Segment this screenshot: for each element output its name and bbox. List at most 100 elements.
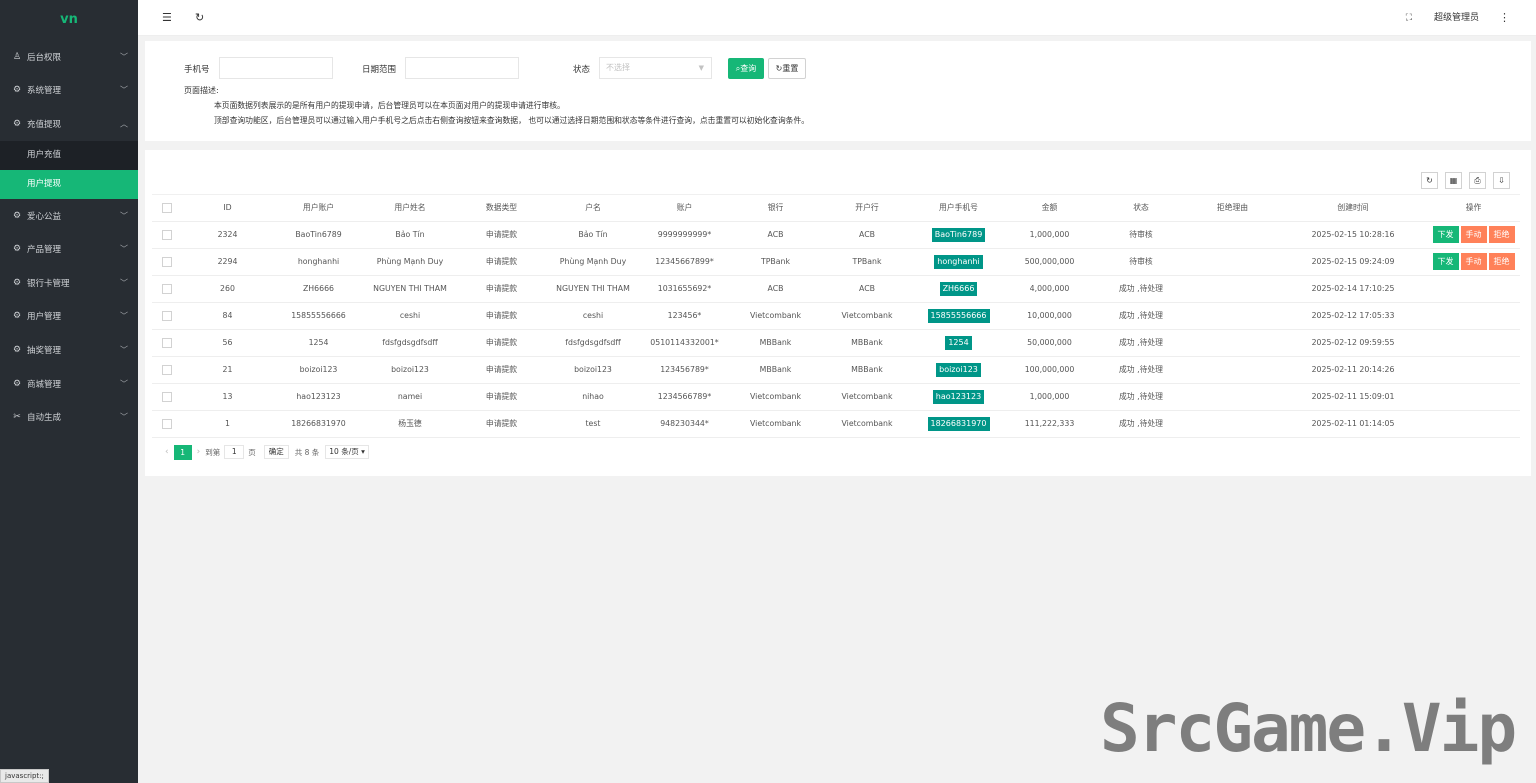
next-page-icon[interactable]: › (197, 447, 201, 457)
row-checkbox[interactable] (162, 283, 172, 294)
sidebar-item-0[interactable]: ♙ 后台权限 ﹀ (0, 40, 138, 74)
table-row: 260 ZH6666 NGUYEN THI THAM 申请提款 NGUYEN THI T… (152, 275, 1520, 303)
cell-type: 申请提款 (456, 329, 547, 357)
column-header: 银行 (730, 195, 821, 222)
row-checkbox[interactable] (162, 337, 172, 348)
cell-branch: ACB (821, 275, 913, 303)
select-all-checkbox[interactable] (162, 202, 172, 213)
sidebar-subitem-0[interactable]: 用户充值 (0, 141, 138, 170)
date-range-input[interactable] (405, 57, 519, 79)
sidebar-item-9[interactable]: ✂ 自动生成 ﹀ (0, 400, 138, 434)
admin-user-name[interactable]: 超级管理员 (1434, 0, 1479, 36)
row-checkbox[interactable] (162, 418, 172, 429)
query-button-label: 查询 (740, 64, 757, 73)
sidebar-submenu: 用户充值 用户提现 (0, 140, 138, 199)
chevron-down-icon: ﹀ (120, 278, 128, 288)
sidebar-item-8[interactable]: ⚙ 商城管理 ﹀ (0, 367, 138, 401)
cell-name: boizoi123 (364, 356, 456, 384)
row-select-cell (152, 356, 182, 384)
cell-account: ZH6666 (273, 275, 364, 303)
pagination: ‹ 1 › 到第 1 页 确定 共 8 条 10 条/页 ▾ (160, 444, 369, 460)
column-header: 操作 (1428, 195, 1519, 222)
cell-bank: MBBank (730, 356, 821, 384)
column-header: 账户 (639, 195, 730, 222)
payout-button[interactable]: 下发 (1432, 253, 1459, 270)
cell-bank: Vietcombank (730, 302, 821, 330)
manual-button[interactable]: 手动 (1460, 226, 1487, 243)
cell-amount: 500,000,000 (1004, 248, 1095, 276)
cell-type: 申请提款 (456, 248, 547, 276)
gear-icon: ⚙ (12, 210, 22, 221)
cell-id: 56 (182, 329, 273, 357)
phone-tag: 15855556666 (927, 308, 990, 323)
fullscreen-icon[interactable]: ⛶ (1406, 0, 1412, 36)
reset-button[interactable]: ↻重置 (768, 58, 806, 79)
print-icon[interactable]: ⎙ (1469, 172, 1486, 189)
column-header: 数据类型 (456, 195, 547, 222)
sidebar-item-4[interactable]: ⚙ 产品管理 ﹀ (0, 232, 138, 266)
row-select-cell (152, 329, 182, 357)
goto-confirm-button[interactable]: 确定 (263, 445, 289, 459)
cell-id: 260 (182, 275, 273, 303)
cell-acct_no: 9999999999* (639, 221, 730, 249)
phone-cell: BaoTin6789 (913, 221, 1004, 249)
row-checkbox[interactable] (162, 229, 172, 240)
status-select[interactable]: 不选择 ▼ (599, 57, 712, 79)
cell-status: 成功 ,待处理 (1095, 356, 1187, 384)
phone-tag: ZH6666 (939, 281, 978, 296)
sidebar-item-label: 产品管理 (27, 245, 62, 256)
current-page[interactable]: 1 (173, 444, 192, 460)
payout-button[interactable]: 下发 (1432, 226, 1459, 243)
cell-amount: 4,000,000 (1004, 275, 1095, 303)
phone-input[interactable] (219, 57, 333, 79)
query-button[interactable]: ⌕查询 (728, 58, 764, 79)
sidebar-item-3[interactable]: ⚙ 爱心公益 ﹀ (0, 199, 138, 233)
phone-tag: honghanhi (934, 254, 983, 269)
watermark-logo: SrcGame.Vip (1100, 690, 1517, 767)
cell-created: 2025-02-11 20:14:26 (1278, 356, 1428, 384)
sidebar-item-1[interactable]: ⚙ 系统管理 ﹀ (0, 74, 138, 108)
app-logo[interactable]: vn (0, 0, 138, 40)
sidebar-subitem-1[interactable]: 用户提现 (0, 169, 138, 199)
phone-cell: 1254 (913, 329, 1004, 357)
sidebar-item-6[interactable]: ⚙ 用户管理 ﹀ (0, 300, 138, 334)
column-header: 开户行 (821, 195, 913, 222)
sidebar-item-2[interactable]: ⚙ 充值提现 ︿ (0, 107, 138, 141)
cell-status: 成功 ,待处理 (1095, 302, 1187, 330)
reject-button[interactable]: 拒绝 (1488, 226, 1515, 243)
row-checkbox[interactable] (162, 310, 172, 321)
sidebar-item-5[interactable]: ⚙ 银行卡管理 ﹀ (0, 266, 138, 300)
table-body: 2324 BaoTin6789 Bảo Tín 申请提款 Bảo Tín 99999999… (152, 221, 1520, 438)
cell-type: 申请提款 (456, 221, 547, 249)
row-checkbox[interactable] (162, 256, 172, 267)
gear-icon: ⚙ (12, 311, 22, 322)
more-vertical-icon[interactable]: ⋮ (1499, 0, 1510, 36)
cell-branch: MBBank (821, 356, 913, 384)
page-size-select[interactable]: 10 条/页 ▾ (325, 445, 369, 459)
columns-filter-icon[interactable]: ▦ (1445, 172, 1462, 189)
goto-page-input[interactable]: 1 (224, 445, 245, 459)
prev-page-icon[interactable]: ‹ (165, 447, 169, 457)
cell-account: 1254 (273, 329, 364, 357)
page-description-line-1: 本页面数据列表展示的是所有用户的提现申请，后台管理员可以在本页面对用户的提现申请… (214, 101, 565, 110)
column-header: 用户账户 (273, 195, 364, 222)
status-select-placeholder: 不选择 (606, 63, 630, 72)
refresh-table-icon[interactable]: ↻ (1421, 172, 1438, 189)
export-icon[interactable]: ⇩ (1493, 172, 1510, 189)
cell-holder: Bảo Tín (547, 221, 639, 249)
cell-created: 2025-02-14 17:10:25 (1278, 275, 1428, 303)
column-header: 状态 (1095, 195, 1187, 222)
cell-reason (1187, 410, 1278, 438)
row-checkbox[interactable] (162, 391, 172, 402)
menu-toggle-icon[interactable]: ☰ (162, 0, 172, 36)
row-checkbox[interactable] (162, 364, 172, 375)
sidebar-item-7[interactable]: ⚙ 抽奖管理 ﹀ (0, 333, 138, 367)
reject-button[interactable]: 拒绝 (1488, 253, 1515, 270)
cell-reason (1187, 275, 1278, 303)
cell-acct_no: 0510114332001* (639, 329, 730, 357)
cell-bank: Vietcombank (730, 410, 821, 438)
cell-reason (1187, 356, 1278, 384)
cell-account: hao123123 (273, 383, 364, 411)
refresh-icon[interactable]: ↻ (195, 0, 204, 36)
manual-button[interactable]: 手动 (1460, 253, 1487, 270)
